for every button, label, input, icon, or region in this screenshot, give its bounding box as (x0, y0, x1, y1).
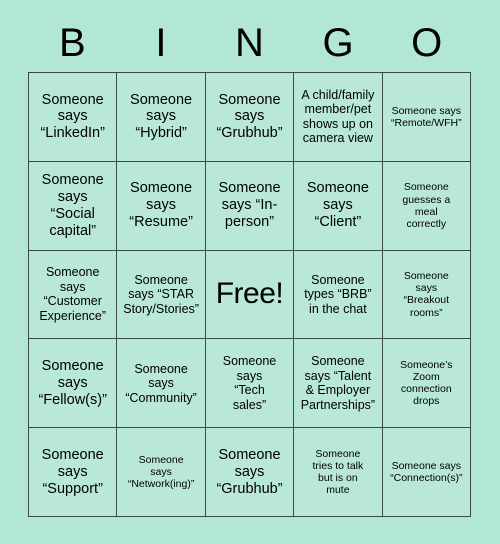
bingo-card: B I N G O Someone says “LinkedIn” Someone… (0, 0, 500, 544)
bingo-cell-text: Someone says “Resume” (129, 180, 193, 231)
bingo-cell-text: Someone guesses a meal correctly (402, 181, 451, 230)
bingo-cell-r5-c4[interactable]: Someone tries to talk but is on mute (294, 428, 382, 516)
bingo-cell-text: Someone says “Community” (125, 361, 197, 405)
bingo-cell-text: Someone says “Network(ing)” (127, 453, 195, 491)
bingo-free-cell[interactable]: Free! (205, 250, 294, 339)
bingo-cell-text: Someone says “Customer Experience” (39, 265, 107, 323)
bingo-cell-text: Someone tries to talk but is on mute (312, 447, 364, 497)
bingo-cell-text: Someone says “Hybrid” (130, 91, 193, 142)
bingo-cell-text: Someone says “Social capital” (41, 172, 104, 239)
bingo-cell-text: Someone says “LinkedIn” (40, 91, 105, 142)
bingo-cell-text: Someone says “Tech sales” (222, 354, 277, 412)
bingo-cell-text: Free! (215, 277, 284, 311)
bingo-letter-o: O (411, 21, 443, 65)
bingo-cell-text: Someone says “Grubhub” (216, 91, 283, 142)
bingo-cell-text: Someone says “In- person” (218, 180, 281, 231)
bingo-letter-b: B (58, 21, 86, 65)
bingo-cell-r3-c4[interactable]: Someone types “BRB” in the chat (294, 250, 382, 339)
bingo-cell-text: Someone says “Grubhub” (216, 446, 283, 497)
bingo-cell-r5-c1[interactable]: Someone says “Support” (29, 428, 117, 516)
bingo-cell-text: Someone says “Talent & Employer Partners… (300, 354, 376, 412)
bingo-cell-r3-c2[interactable]: Someone says “STAR Story/Stories” (117, 250, 205, 339)
bingo-letter-n: N (235, 21, 264, 65)
bingo-cell-r2-c3[interactable]: Someone says “In- person” (205, 161, 294, 250)
bingo-cell-r2-c5[interactable]: Someone guesses a meal correctly (382, 161, 470, 250)
bingo-cell-text: Someone’s Zoom connection drops (400, 358, 453, 408)
bingo-cell-r3-c1[interactable]: Someone says “Customer Experience” (29, 250, 117, 339)
bingo-cell-r3-c5[interactable]: Someone says “Breakout rooms” (382, 250, 470, 339)
bingo-cell-r4-c2[interactable]: Someone says “Community” (117, 339, 205, 428)
bingo-cell-text: Someone says “Fellow(s)” (38, 358, 107, 408)
bingo-cell-r5-c3[interactable]: Someone says “Grubhub” (205, 428, 294, 516)
bingo-letter-i: I (155, 21, 167, 65)
bingo-cell-r1-c4[interactable]: A child/family member/pet shows up on ca… (294, 73, 382, 161)
bingo-cell-text: Someone says “Support” (41, 446, 104, 497)
bingo-letter-g: G (322, 21, 354, 65)
bingo-cell-r5-c5[interactable]: Someone says “Connection(s)” (382, 428, 470, 516)
bingo-cell-r1-c5[interactable]: Someone says “Remote/WFH” (382, 73, 470, 161)
bingo-cell-text: Someone says “Breakout rooms” (403, 270, 450, 319)
bingo-header: B I N G O (28, 14, 471, 72)
bingo-cell-text: Someone says “STAR Story/Stories” (123, 272, 199, 316)
bingo-cell-r1-c3[interactable]: Someone says “Grubhub” (205, 73, 294, 161)
bingo-cell-text: Someone types “BRB” in the chat (304, 272, 372, 316)
bingo-cell-r2-c1[interactable]: Someone says “Social capital” (29, 161, 117, 250)
bingo-cell-text: A child/family member/pet shows up on ca… (301, 87, 375, 146)
bingo-cell-r4-c1[interactable]: Someone says “Fellow(s)” (29, 339, 117, 428)
bingo-cell-r4-c4[interactable]: Someone says “Talent & Employer Partners… (294, 339, 382, 428)
bingo-cell-text: Someone says “Connection(s)” (390, 459, 463, 485)
bingo-cell-r1-c2[interactable]: Someone says “Hybrid” (117, 73, 205, 161)
bingo-grid: Someone says “LinkedIn” Someone says “Hyb… (28, 72, 471, 517)
bingo-cell-r2-c2[interactable]: Someone says “Resume” (117, 161, 205, 250)
bingo-cell-r2-c4[interactable]: Someone says “Client” (294, 161, 382, 250)
bingo-cell-text: Someone says “Client” (306, 180, 369, 231)
bingo-cell-r4-c3[interactable]: Someone says “Tech sales” (205, 339, 294, 428)
bingo-cell-r4-c5[interactable]: Someone’s Zoom connection drops (382, 339, 470, 428)
bingo-cell-r5-c2[interactable]: Someone says “Network(ing)” (117, 428, 205, 516)
bingo-cell-text: Someone says “Remote/WFH” (391, 104, 462, 129)
bingo-cell-r1-c1[interactable]: Someone says “LinkedIn” (29, 73, 117, 161)
